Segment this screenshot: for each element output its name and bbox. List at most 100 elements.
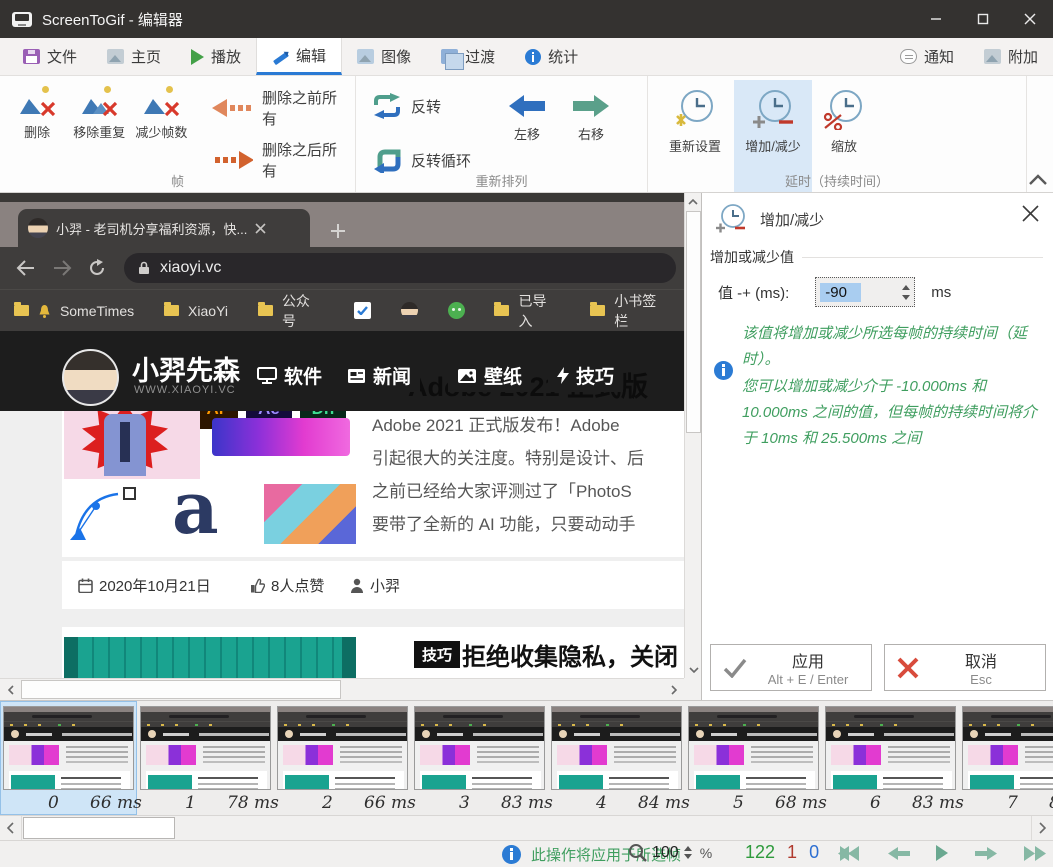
frame-index: 7 (1007, 793, 1018, 813)
scroll-left-button[interactable] (0, 679, 21, 700)
frame-count-current: 0 (809, 842, 819, 863)
frame-thumbnail[interactable]: 0 66 ms (0, 701, 137, 815)
reset-delay-label: 重新设置 (669, 136, 721, 155)
preview-vertical-scrollbar[interactable] (684, 193, 701, 678)
extras-button[interactable]: 附加 (969, 38, 1053, 75)
pencil-icon (272, 48, 289, 63)
apply-button[interactable]: 应用Alt + E / Enter (710, 644, 872, 691)
layers-icon (441, 49, 458, 64)
tab-file[interactable]: 文件 (8, 38, 92, 75)
reduce-framecount-icon (143, 85, 179, 116)
scroll-down-button[interactable] (685, 661, 702, 678)
zoom-icon (628, 843, 647, 862)
tab-edit[interactable]: 编辑 (256, 38, 342, 75)
ribbon-group-reorder: 反转 反转循环 左移 右移 重新排列 (356, 76, 648, 192)
spinner-down-icon[interactable] (902, 295, 910, 300)
article2-badge: 技巧 (414, 641, 460, 668)
delete-all-before-label: 删除之前所有 (262, 87, 349, 129)
captured-bookmarks-bar: SomeTimes XiaoYi 公众号 已导入 小书签栏 (0, 289, 684, 331)
tab-image[interactable]: 图像 (342, 38, 426, 75)
frame-index: 2 (322, 793, 333, 813)
spinner-up-icon[interactable] (902, 285, 910, 290)
frame-thumbnail-image (277, 706, 408, 790)
zoom-value[interactable]: 100 (652, 844, 679, 862)
clock-incdec-icon (749, 88, 797, 130)
scroll-up-button[interactable] (685, 193, 701, 210)
tab-home[interactable]: 主页 (92, 38, 176, 75)
bookmark-xiaoyi: XiaoYi (188, 303, 228, 319)
frame-duration: 83 ms (501, 793, 553, 813)
frame-thumbnail[interactable]: 5 68 ms (685, 701, 822, 815)
info-icon (525, 49, 541, 65)
collapse-ribbon-button[interactable] (1028, 174, 1048, 186)
unit-label: ms (931, 284, 951, 301)
frames-scroll-thumb[interactable] (23, 817, 175, 839)
bookmark-bar: 小书签栏 (614, 291, 670, 331)
dashed-arrow-left-icon (212, 99, 253, 117)
folder-icon (258, 305, 273, 316)
tab-transition[interactable]: 过渡 (426, 38, 510, 75)
frame-strip-scrollbar[interactable] (0, 815, 1053, 840)
first-frame-button[interactable] (838, 846, 862, 861)
previous-frame-button[interactable] (888, 846, 910, 861)
last-frame-button[interactable] (1022, 846, 1046, 861)
frame-thumbnail-image (825, 706, 956, 790)
article-likes: 8人点赞 (250, 575, 324, 596)
site-avatar (62, 349, 119, 406)
reverse-button[interactable]: 反转 (366, 86, 477, 126)
vertical-scroll-thumb[interactable] (686, 211, 701, 433)
tab-file-label: 文件 (47, 46, 77, 67)
clock-scale-icon (822, 88, 866, 130)
frame-thumbnail-image (551, 706, 682, 790)
cancel-button[interactable]: 取消Esc (884, 644, 1046, 691)
frame-thumbnail[interactable]: 2 66 ms (274, 701, 411, 815)
play-icon (191, 49, 204, 65)
maximize-icon (977, 13, 989, 25)
minimize-button[interactable] (912, 0, 959, 38)
notifications-label: 通知 (924, 46, 954, 67)
preview-horizontal-scrollbar[interactable] (0, 678, 684, 700)
increase-decrease-panel: 增加/减少 增加或减少值 值 -+ (ms): -90 ms 该值将增加或减少所… (701, 193, 1053, 700)
horizontal-scroll-thumb[interactable] (21, 680, 341, 699)
value-input[interactable]: -90 (815, 277, 915, 307)
delete-all-before-button[interactable]: 删除之前所有 (206, 88, 355, 128)
frame-thumbnail[interactable]: 1 78 ms (137, 701, 274, 815)
chevron-down-icon (689, 667, 699, 673)
next-frame-button[interactable] (975, 846, 997, 861)
maximize-button[interactable] (959, 0, 1006, 38)
tab-play[interactable]: 播放 (176, 38, 256, 75)
reverse-icon (372, 93, 402, 119)
value-field-label: 值 -+ (ms): (718, 282, 789, 303)
ribbon-group-frames: 删除 移除重复 减少帧数 删除之前所有 删除之后所有 帧 (0, 76, 356, 192)
chevron-right-icon (671, 685, 677, 695)
frame-duration: 8 (1049, 793, 1053, 813)
reverse-label: 反转 (411, 96, 441, 117)
reverse-loop-label: 反转循环 (411, 150, 471, 171)
close-button[interactable] (1006, 0, 1053, 38)
frame-thumbnail[interactable]: 3 83 ms (411, 701, 548, 815)
back-icon (16, 260, 36, 276)
frame-thumbnail-image (140, 706, 271, 790)
browser-tab-title: 小羿 - 老司机分享福利资源，快... (56, 219, 247, 238)
tab-statistics[interactable]: 统计 (510, 38, 593, 75)
notifications-button[interactable]: 通知 (885, 38, 969, 75)
frame-thumbnail[interactable]: 4 84 ms (548, 701, 685, 815)
frames-scroll-right-button[interactable] (1031, 816, 1053, 840)
frame-thumbnail[interactable]: 7 8 (959, 701, 1053, 815)
frame-duration: 68 ms (775, 793, 827, 813)
scroll-right-button[interactable] (663, 679, 684, 700)
app-logo-icon (12, 12, 32, 27)
value-input-text: -90 (820, 283, 861, 302)
ribbon-edit: 删除 移除重复 减少帧数 删除之前所有 删除之后所有 帧 (0, 76, 1053, 193)
frames-scroll-left-button[interactable] (0, 816, 22, 840)
lightning-icon (557, 367, 569, 384)
wallpaper-icon (457, 368, 477, 384)
panel-close-button[interactable] (1022, 205, 1039, 222)
play-button[interactable] (935, 845, 949, 861)
save-icon (23, 49, 40, 64)
move-left-label: 左移 (514, 124, 540, 143)
zoom-spinner[interactable] (684, 846, 692, 859)
frame-thumbnail[interactable]: 6 83 ms (822, 701, 959, 815)
artwork-abstract (264, 484, 356, 544)
artwork-letter-a: a (172, 472, 219, 544)
